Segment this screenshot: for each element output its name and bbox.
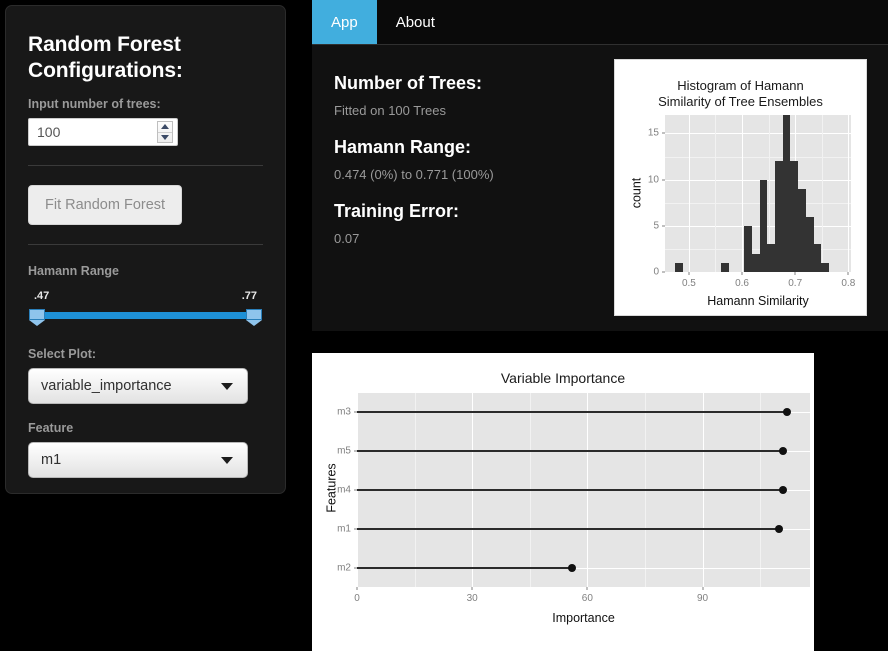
lollipop-dot [782,408,791,417]
histogram-bar [759,179,768,272]
feature-dropdown[interactable]: m1 [28,442,248,479]
app-root: Random Forest Configurations: Input numb… [0,0,888,651]
lollipop-dot [775,524,784,533]
histogram-bar [798,188,806,272]
select-plot-value: variable_importance [41,378,172,395]
lollipop-line [357,411,787,414]
tab-about[interactable]: About [377,0,454,44]
varimp-y-tick-mark [354,411,357,413]
gridline-vertical-minor [715,115,717,272]
variable-importance-card: Variable Importance 0 30 60 90 m2 m1 m4 m5 m3 Fe… [312,353,814,651]
varimp-x-tick-mark [356,587,358,590]
variable-importance-panel: 0 30 60 90 m2 m1 m4 m5 m3 [337,393,810,604]
range-slider[interactable] [29,307,262,327]
varimp-x-tick-mark [702,587,703,590]
variable-importance-title: Variable Importance [500,370,626,386]
lollipop-dot [779,486,788,494]
slider-track[interactable] [30,312,261,320]
histogram-panel: 0 5 10 15 0.5 0.6 0.7 0.8 [648,115,855,289]
histogram-x-tick-mark [847,272,849,275]
histogram-bar [751,253,760,272]
histogram-y-axis-label: count [629,177,644,208]
variable-importance-x-axis-label: Importance [552,611,615,625]
variable-importance-y-axis-label: Features [324,463,339,513]
varimp-x-tick-mark [471,587,473,590]
page-title: Random Forest Configurations: [28,33,183,82]
lollipop-line [357,527,780,530]
gridline-vertical-minor [821,115,823,272]
select-plot-dropdown[interactable]: variable_importance [28,368,248,405]
variable-importance-plot: 0 30 60 90 m2 m1 m4 m5 m3 Features Importance [325,393,810,625]
histogram-x-axis-label: Hamann Similarity [707,294,809,308]
gridline-horizontal-minor [665,202,851,204]
varimp-y-tick-mark [354,450,357,452]
chevron-down-icon [221,456,233,464]
gridline-horizontal-minor [665,248,851,250]
histogram-x-tick-mark [794,272,796,275]
varimp-x-tick-mark [586,587,588,590]
slider-min-caption: .47 [34,290,50,303]
number-stepper[interactable] [157,121,173,144]
histogram-bar [674,262,683,272]
histogram-bar [775,161,783,272]
gridline-horizontal [665,133,851,135]
histogram-title: Histogram of Hamann Similarity of Tree E… [615,60,866,111]
trees-input-label: Input number of trees: [28,97,161,112]
lollipop-dot [779,447,788,456]
histogram-title-line2: Similarity of Tree Ensembles [658,94,823,110]
chevron-down-icon [221,382,233,390]
select-plot-label: Select Plot: [28,347,97,362]
histogram-y-tick-mark [662,132,665,134]
histogram-title-line1: Histogram of Hamann [677,78,804,93]
histogram-bar [805,216,814,272]
lollipop-dot [567,563,576,572]
gridline-horizontal-minor [665,156,851,158]
divider-1 [28,165,263,167]
histogram-bar [721,262,729,272]
varimp-y-tick-mark [354,567,357,569]
fit-random-forest-button[interactable]: Fit Random Forest [28,185,183,226]
lollipop-line [357,566,572,569]
hamann-range-label: Hamann Range [28,264,119,279]
histogram-x-tick-mark [741,272,743,275]
histogram-plot: 0 5 10 15 0.5 0.6 0.7 0.8 count Hamann Similari… [629,115,855,329]
trees-input-value: 100 [37,124,61,141]
gridline-horizontal [665,225,851,227]
slider-max-caption: .77 [241,290,257,303]
histogram-bar [767,244,775,272]
varimp-y-tick-mark [354,528,357,530]
hamann-range-slider-block: Hamann Range .47 .77 [28,264,263,327]
feature-label: Feature [28,421,74,436]
stepper-up-button[interactable] [158,122,172,133]
lollipop-line [357,450,784,453]
gridline-horizontal [665,179,851,181]
slider-handle-min[interactable] [29,309,45,327]
histogram-y-tick-mark [662,225,665,227]
tab-app[interactable]: App [312,0,377,44]
histogram-card: Histogram of Hamann Similarity of Tree E… [614,59,867,316]
gridline-vertical [742,115,744,272]
gridline-vertical [688,115,690,272]
histogram-bar [782,115,791,272]
stepper-down-button[interactable] [158,133,172,143]
histogram-x-tick-mark [688,272,690,275]
histogram-bar [744,225,752,272]
histogram-bar [821,262,829,272]
histogram-y-tick-mark [662,179,665,181]
slider-handle-max[interactable] [246,309,262,327]
feature-value: m1 [41,452,62,469]
histogram-bar [790,161,799,272]
divider-2 [28,244,263,246]
histogram-y-tick-mark [662,271,665,273]
triangle-up-icon [161,124,169,130]
gridline-vertical [848,115,850,272]
configuration-sidebar: Random Forest Configurations: Input numb… [5,5,286,494]
tab-bar: App About [312,0,888,45]
trees-number-input[interactable]: 100 [28,118,178,147]
varimp-y-tick-mark [354,489,357,491]
triangle-down-icon [161,134,169,140]
histogram-bar [813,244,822,272]
lollipop-line [357,489,784,491]
slider-captions: .47 .77 [30,290,261,306]
